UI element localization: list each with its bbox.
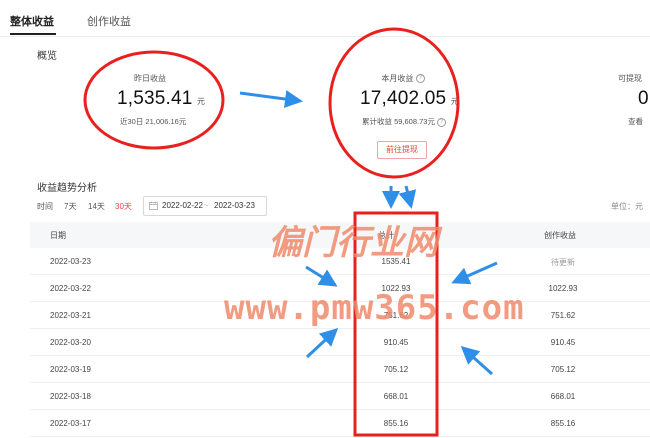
arrow-icon <box>305 327 339 359</box>
red-circle-yesterday <box>83 50 225 150</box>
watermark-url: www.pmw365.com <box>224 288 525 328</box>
arrow-icon <box>460 345 494 376</box>
red-circle-month <box>328 27 460 179</box>
arrow-icon <box>305 265 338 287</box>
arrow-icon <box>451 261 498 285</box>
watermark-title: 偏门行业网 <box>268 223 438 263</box>
arrow-icon <box>239 90 303 108</box>
arrow-icon <box>398 185 417 209</box>
